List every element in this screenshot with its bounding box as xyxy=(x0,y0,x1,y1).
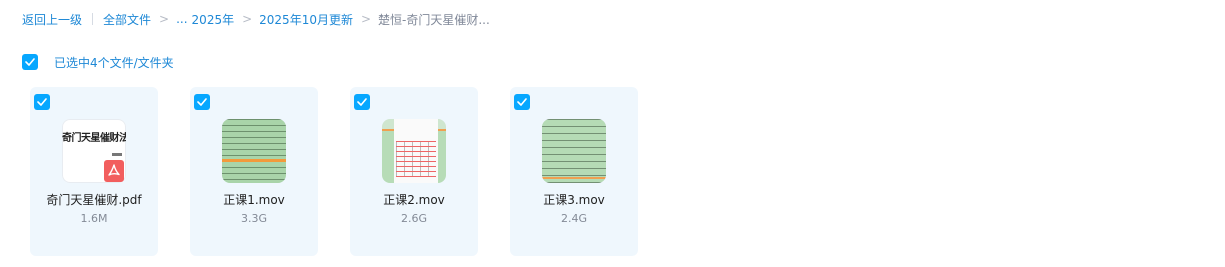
pdf-icon xyxy=(104,160,124,182)
file-name[interactable]: 奇门天星催财.pdf xyxy=(30,191,158,208)
breadcrumb-all-files[interactable]: 全部文件 xyxy=(103,11,151,28)
video-thumbnail xyxy=(542,119,606,183)
breadcrumb-item-2025-10[interactable]: 2025年10月更新 xyxy=(259,11,353,28)
chevron-right-icon: > xyxy=(242,12,253,26)
file-size: 2.6G xyxy=(400,212,428,225)
select-all-row: 已选中4个文件/文件夹 xyxy=(22,54,174,70)
breadcrumb-current: 楚恒-奇门天星催财... xyxy=(378,12,490,27)
file-checkbox[interactable] xyxy=(514,94,530,110)
check-icon xyxy=(517,98,527,106)
chevron-right-icon: > xyxy=(360,12,372,26)
thumbnail-table xyxy=(396,141,436,177)
thumbnail-decoration xyxy=(112,153,122,156)
file-name[interactable]: 正课3.mov xyxy=(510,191,638,208)
file-checkbox[interactable] xyxy=(194,94,210,110)
breadcrumb: 返回上一级 全部文件 > ... 2025年 > 2025年10月更新 > 楚恒… xyxy=(22,9,490,29)
file-size: 2.4G xyxy=(560,212,588,225)
file-card[interactable]: 正课1.mov 3.3G xyxy=(190,87,318,256)
file-card[interactable]: 奇门天星催财法 奇门天星催财.pdf 1.6M xyxy=(30,87,158,256)
file-name[interactable]: 正课2.mov xyxy=(350,191,478,208)
video-thumbnail xyxy=(382,119,446,183)
selection-count-label: 已选中4个文件/文件夹 xyxy=(54,55,174,70)
breadcrumb-ellipsis[interactable]: ... xyxy=(176,12,187,26)
file-grid: 奇门天星催财法 奇门天星催财.pdf 1.6M 正课1.mov 3.3G 正课2… xyxy=(30,87,638,256)
file-size: 3.3G xyxy=(240,212,268,225)
breadcrumb-item-2025[interactable]: 2025年 xyxy=(192,11,235,28)
file-thumbnail: 奇门天星催财法 xyxy=(62,119,126,183)
file-card[interactable]: 正课2.mov 2.6G xyxy=(350,87,478,256)
thumbnail-text: 奇门天星催财法 xyxy=(62,133,126,144)
video-thumbnail xyxy=(222,119,286,183)
check-icon xyxy=(37,98,47,106)
file-checkbox[interactable] xyxy=(354,94,370,110)
check-icon xyxy=(25,58,35,66)
back-link[interactable]: 返回上一级 xyxy=(22,11,82,28)
select-all-checkbox[interactable] xyxy=(22,54,38,70)
file-size: 1.6M xyxy=(80,212,108,225)
chevron-right-icon: > xyxy=(159,12,170,26)
file-checkbox[interactable] xyxy=(34,94,50,110)
file-name[interactable]: 正课1.mov xyxy=(190,191,318,208)
file-card[interactable]: 正课3.mov 2.4G xyxy=(510,87,638,256)
check-icon xyxy=(197,98,207,106)
check-icon xyxy=(357,98,367,106)
breadcrumb-divider xyxy=(92,13,94,25)
